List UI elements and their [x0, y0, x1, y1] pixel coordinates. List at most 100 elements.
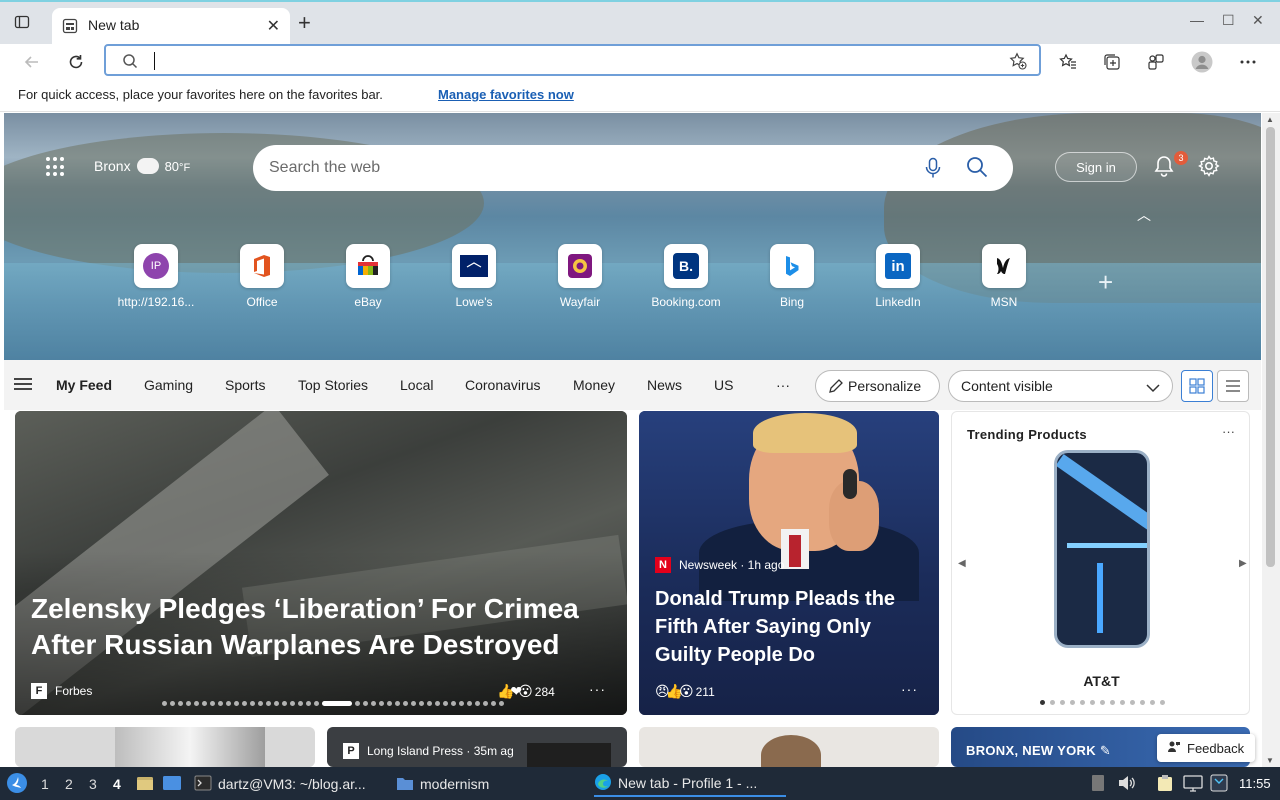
- address-input[interactable]: [150, 51, 990, 71]
- featured-news-card[interactable]: Zelensky Pledges ‘Liberation’ For Crimea…: [15, 411, 627, 715]
- smartphone-product-image[interactable]: [1054, 450, 1150, 648]
- carousel-prev-icon[interactable]: ◀: [958, 558, 966, 569]
- menu-hamburger-icon[interactable]: [14, 378, 32, 390]
- card-more-icon[interactable]: ···: [589, 681, 606, 697]
- nav-top-stories[interactable]: Top Stories: [298, 377, 368, 393]
- maximize-icon[interactable]: ☐: [1222, 12, 1235, 29]
- workspace-4[interactable]: 4: [113, 776, 121, 792]
- update-notifier-icon[interactable]: [1210, 774, 1228, 795]
- workspace-1[interactable]: 1: [41, 776, 49, 792]
- taskbar-terminal[interactable]: dartz@VM3: ~/blog.ar...: [194, 771, 366, 797]
- trending-products-card[interactable]: Trending Products ··· ◀ ▶ AT&T: [951, 411, 1250, 715]
- nav-sports[interactable]: Sports: [225, 377, 265, 393]
- add-favorite-icon[interactable]: [1009, 52, 1027, 73]
- notifications-bell-icon[interactable]: [1154, 155, 1174, 180]
- web-search-input[interactable]: [269, 157, 909, 179]
- carousel-dots[interactable]: [162, 701, 504, 706]
- nav-my-feed[interactable]: My Feed: [56, 377, 112, 393]
- network-icon[interactable]: [1183, 774, 1203, 795]
- manage-favorites-link[interactable]: Manage favorites now: [438, 87, 574, 102]
- volume-icon[interactable]: [1118, 775, 1136, 794]
- close-tab-icon[interactable]: ✕: [267, 16, 280, 36]
- card-more-icon[interactable]: ···: [1222, 424, 1235, 439]
- personalize-button[interactable]: Personalize: [815, 370, 940, 402]
- app-launcher-icon[interactable]: [46, 157, 66, 177]
- profile-avatar-icon[interactable]: [1188, 48, 1216, 76]
- nav-us[interactable]: US: [714, 377, 733, 393]
- scroll-down-icon[interactable]: ▼: [1266, 756, 1274, 765]
- quick-link[interactable]: in LinkedIn: [846, 244, 950, 309]
- close-window-icon[interactable]: ✕: [1252, 12, 1264, 29]
- msn-icon: [982, 244, 1026, 288]
- grid-view-button[interactable]: [1181, 370, 1213, 402]
- collapse-chevron-icon[interactable]: ︿: [1137, 205, 1151, 225]
- file-manager-icon[interactable]: [136, 774, 154, 795]
- product-carousel-dots[interactable]: [1040, 700, 1165, 705]
- news-card[interactable]: N Newsweek · 1h ago Donald Trump Pleads …: [639, 411, 939, 715]
- news-headline[interactable]: Donald Trump Pleads the Fifth After Sayi…: [655, 585, 925, 669]
- nav-coronavirus[interactable]: Coronavirus: [465, 377, 540, 393]
- nav-local[interactable]: Local: [400, 377, 433, 393]
- quick-link[interactable]: Bing: [740, 244, 844, 309]
- collections-icon[interactable]: [1098, 48, 1126, 76]
- start-menu-icon[interactable]: [6, 772, 28, 797]
- news-source-name: Newsweek · 1h ago: [679, 558, 785, 572]
- terminal-icon: [194, 775, 212, 794]
- tab-actions-icon[interactable]: [14, 14, 36, 34]
- list-view-button[interactable]: [1217, 370, 1249, 402]
- nav-more[interactable]: ···: [776, 377, 790, 393]
- tray-disk-icon[interactable]: [1090, 774, 1106, 795]
- featured-headline[interactable]: Zelensky Pledges ‘Liberation’ For Crimea…: [31, 591, 611, 663]
- settings-more-icon[interactable]: [1234, 48, 1262, 76]
- refresh-icon[interactable]: [62, 48, 90, 76]
- weather-temperature: 80°F: [164, 158, 191, 174]
- nav-news[interactable]: News: [647, 377, 682, 393]
- quick-link[interactable]: Wayfair: [528, 244, 632, 309]
- news-reactions[interactable]: 😠👍😮 211: [655, 683, 715, 700]
- quick-link[interactable]: B. Booking.com: [634, 244, 738, 309]
- card-more-icon[interactable]: ···: [901, 681, 918, 697]
- workspace-3[interactable]: 3: [89, 776, 97, 792]
- quick-link[interactable]: MSN: [952, 244, 1056, 309]
- quick-link[interactable]: IP http://192.16...: [104, 244, 208, 309]
- quick-link[interactable]: eBay: [316, 244, 420, 309]
- page-settings-gear-icon[interactable]: [1198, 155, 1220, 180]
- quick-link[interactable]: Office: [210, 244, 314, 309]
- clipboard-icon[interactable]: [1156, 774, 1174, 795]
- news-card-partial[interactable]: [639, 727, 939, 767]
- scrollbar-thumb[interactable]: [1266, 127, 1275, 567]
- back-icon[interactable]: [18, 48, 46, 76]
- nav-money[interactable]: Money: [573, 377, 615, 393]
- taskbar-browser[interactable]: New tab - Profile 1 - ...: [594, 771, 786, 797]
- feedback-button[interactable]: Feedback: [1157, 734, 1255, 762]
- taskbar-folder[interactable]: modernism: [396, 771, 489, 797]
- address-bar[interactable]: [104, 44, 1041, 76]
- edit-location-icon[interactable]: ✎: [1100, 743, 1111, 758]
- weather-widget[interactable]: Bronx 80°F: [94, 152, 191, 174]
- search-submit-icon[interactable]: [966, 156, 988, 181]
- microphone-icon[interactable]: [923, 157, 943, 182]
- carousel-next-icon[interactable]: ▶: [1239, 558, 1247, 569]
- news-card-partial[interactable]: P Long Island Press · 35m ag: [327, 727, 627, 767]
- extensions-icon[interactable]: [1142, 48, 1170, 76]
- ip-avatar-icon: IP: [134, 244, 178, 288]
- tab-new-tab[interactable]: New tab ✕: [52, 8, 290, 46]
- web-search-box[interactable]: [253, 145, 1013, 191]
- scroll-up-icon[interactable]: ▲: [1266, 115, 1274, 124]
- show-desktop-icon[interactable]: [162, 774, 182, 795]
- nav-gaming[interactable]: Gaming: [144, 377, 193, 393]
- page-scrollbar[interactable]: ▲ ▼: [1262, 113, 1280, 767]
- favorites-icon[interactable]: [1054, 48, 1082, 76]
- featured-reactions[interactable]: 👍❤😮 284: [497, 683, 555, 700]
- quick-link-label: Booking.com: [651, 295, 721, 309]
- add-site-plus-icon[interactable]: +: [1098, 267, 1113, 298]
- new-tab-page-icon: [62, 18, 78, 34]
- workspace-2[interactable]: 2: [65, 776, 73, 792]
- sign-in-button[interactable]: Sign in: [1055, 152, 1137, 182]
- featured-source: F Forbes: [31, 683, 92, 699]
- content-visibility-dropdown[interactable]: Content visible: [948, 370, 1173, 402]
- news-card-partial[interactable]: [15, 727, 315, 767]
- quick-link[interactable]: Lowe's: [422, 244, 526, 309]
- minimize-icon[interactable]: —: [1190, 12, 1204, 28]
- new-tab-button[interactable]: +: [298, 12, 311, 34]
